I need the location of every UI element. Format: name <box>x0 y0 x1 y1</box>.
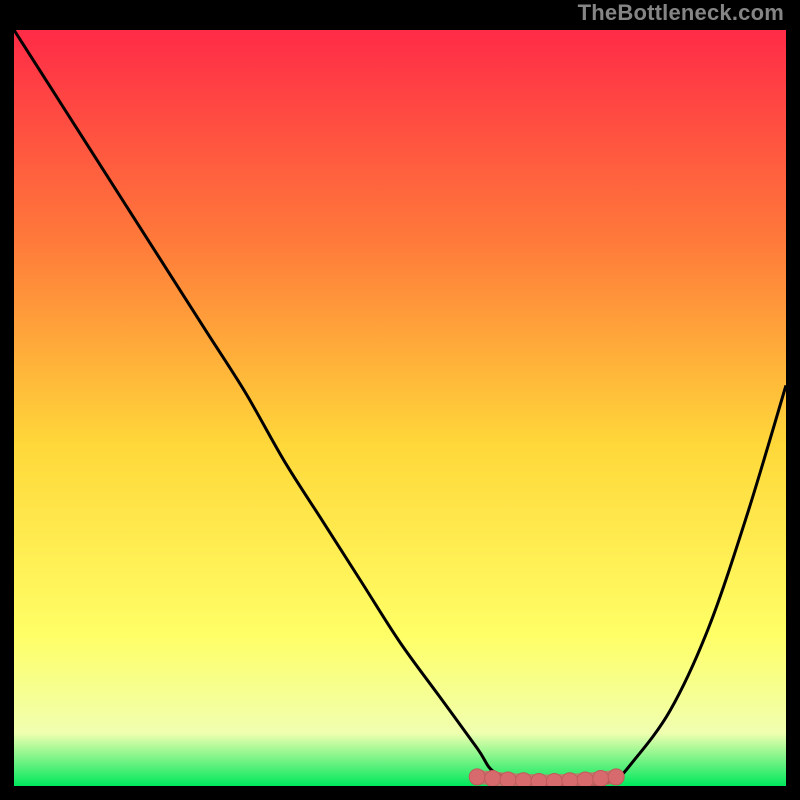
marker-dot <box>577 772 593 786</box>
marker-dot <box>562 773 578 786</box>
marker-dot <box>469 769 485 785</box>
marker-dot <box>485 770 501 786</box>
watermark-text: TheBottleneck.com <box>578 0 784 26</box>
marker-dot <box>608 769 624 785</box>
plot-background <box>14 30 786 786</box>
bottleneck-chart <box>14 30 786 786</box>
marker-dot <box>500 772 516 786</box>
marker-dot <box>516 773 532 786</box>
marker-dot <box>531 773 547 786</box>
marker-dot <box>546 773 562 786</box>
marker-dot <box>593 770 609 786</box>
